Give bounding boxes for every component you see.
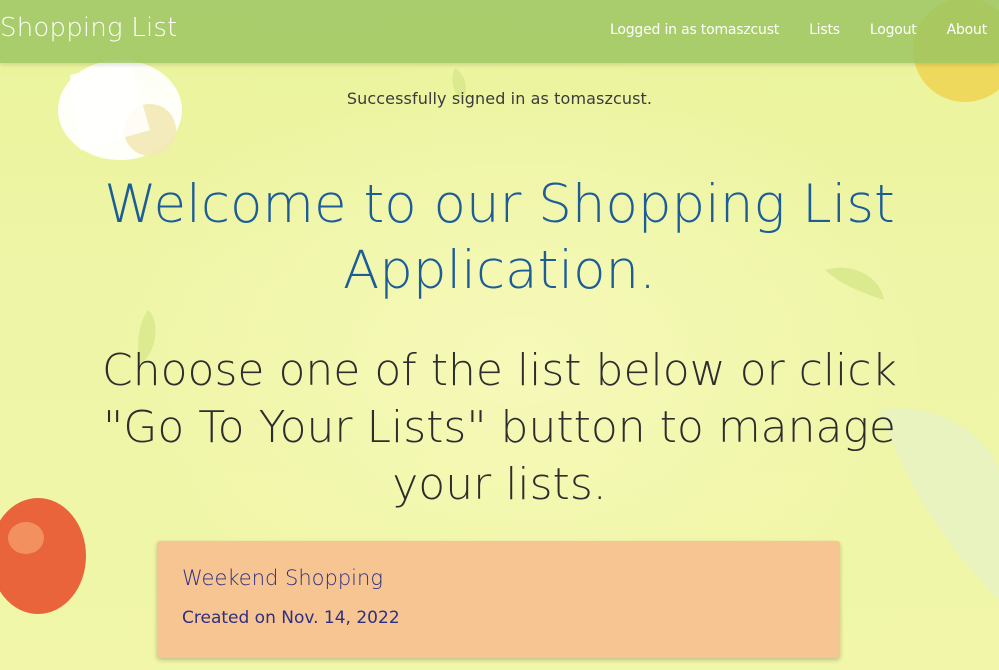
- nav-links: Logged in as tomaszcust Lists Logout Abo…: [580, 22, 987, 38]
- nav-logout-link[interactable]: Logout: [870, 22, 917, 38]
- navbar: Shopping List Logged in as tomaszcust Li…: [0, 0, 999, 63]
- nav-lists-link[interactable]: Lists: [809, 22, 840, 38]
- flash-message: Successfully signed in as tomaszcust.: [346, 89, 653, 108]
- welcome-heading: Welcome to our Shopping List Application…: [104, 174, 895, 301]
- list-created-date: Created on Nov. 14, 2022: [182, 608, 400, 628]
- list-card[interactable]: Weekend Shopping Created on Nov. 14, 202…: [157, 541, 840, 658]
- nav-user-link[interactable]: Logged in as tomaszcust: [610, 22, 779, 38]
- mushroom-decoration: [58, 60, 182, 160]
- nav-about-link[interactable]: About: [947, 22, 988, 38]
- list-name[interactable]: Weekend Shopping: [182, 566, 383, 590]
- instructions-heading: Choose one of the list below or click "G…: [102, 345, 897, 510]
- tomato-decoration: [0, 498, 86, 614]
- brand-link[interactable]: Shopping List: [0, 13, 178, 43]
